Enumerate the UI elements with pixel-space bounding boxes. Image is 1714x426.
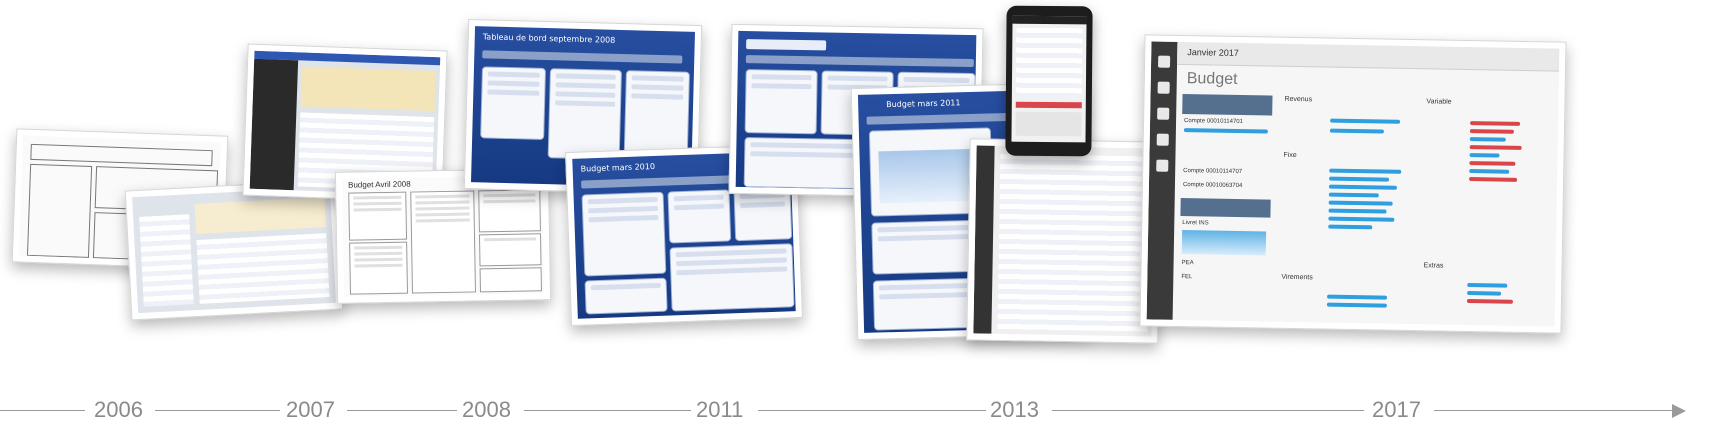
evolution-collage: Budget Avril 2008 Tableau de bord septem…: [0, 0, 1714, 426]
section-variable: Variable: [1426, 98, 1452, 106]
dashboard-title: Tableau de bord septembre 2008: [482, 32, 616, 45]
account-item: Livret INS: [1182, 220, 1209, 227]
screenshot-2017-app: Janvier 2017 Budget Compte 00010114701 C…: [1139, 34, 1567, 334]
screenshot-2006-table: [124, 179, 344, 321]
timeline-arrow-icon: [1672, 404, 1686, 418]
budget-title: Budget mars 2010: [580, 161, 656, 174]
year-label: 2017: [1372, 397, 1421, 422]
app-sidebar: [1146, 41, 1178, 320]
month-label: Janvier 2017: [1187, 47, 1239, 58]
account-item: Compte 00010063704: [1182, 182, 1243, 190]
app-title: Budget: [1186, 70, 1238, 88]
screenshot-2013-dark: [966, 138, 1162, 344]
year-label: 2008: [462, 397, 511, 422]
section-fixe: Fixe: [1283, 151, 1297, 160]
year-label: 2013: [990, 397, 1039, 422]
budget-title: Budget mars 2011: [886, 98, 961, 110]
timeline: 2006 2007 2008 2011 2013 2017: [0, 395, 1714, 425]
account-item: FEL: [1181, 274, 1193, 281]
year-label: 2007: [286, 397, 335, 422]
section-extras: Extras: [1423, 262, 1444, 270]
account-item: PEA: [1181, 260, 1194, 267]
section-virements: Virements: [1281, 273, 1313, 282]
screenshot-2013-phone: [1005, 5, 1093, 157]
year-label: 2011: [696, 397, 744, 422]
budget-title: Budget Avril 2008: [348, 179, 411, 190]
year-label: 2006: [94, 397, 143, 422]
account-item: Compte 00010114701: [1184, 118, 1244, 126]
section-revenus: Revenus: [1284, 95, 1313, 104]
account-item: Compte 00010114707: [1183, 168, 1243, 176]
